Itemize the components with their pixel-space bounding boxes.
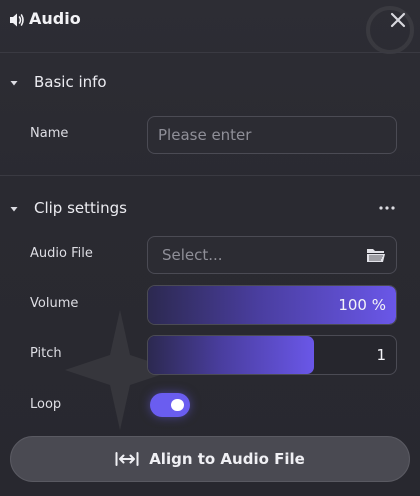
name-placeholder: Please enter bbox=[158, 126, 252, 144]
speaker-icon bbox=[10, 13, 24, 27]
align-button-label: Align to Audio File bbox=[149, 450, 305, 468]
section-clip-settings-label: Clip settings bbox=[34, 199, 127, 217]
section-basic-info-label: Basic info bbox=[34, 73, 107, 91]
chevron-down-icon bbox=[10, 207, 18, 212]
audio-file-select[interactable]: Select... bbox=[147, 236, 397, 274]
section-basic-info[interactable]: Basic info bbox=[0, 68, 420, 98]
pitch-slider-fill bbox=[148, 336, 315, 374]
pitch-value: 1 bbox=[376, 346, 386, 364]
audio-panel: Audio Basic info Name Please enter Clip … bbox=[0, 0, 420, 496]
panel-title: Audio bbox=[29, 9, 81, 28]
align-to-audio-file-button[interactable]: Align to Audio File bbox=[10, 436, 410, 482]
audio-file-label: Audio File bbox=[30, 246, 93, 261]
align-arrows-icon bbox=[115, 452, 139, 466]
more-options-icon[interactable] bbox=[377, 198, 397, 218]
name-input[interactable]: Please enter bbox=[147, 116, 397, 154]
name-label: Name bbox=[30, 126, 69, 141]
section-clip-settings[interactable]: Clip settings bbox=[0, 194, 420, 224]
panel-header: Audio bbox=[0, 0, 420, 40]
header-divider bbox=[0, 52, 420, 53]
loop-toggle[interactable] bbox=[150, 393, 190, 417]
loop-label: Loop bbox=[30, 397, 62, 412]
volume-slider[interactable]: 100 % bbox=[147, 285, 397, 325]
volume-value: 100 % bbox=[338, 296, 386, 314]
loop-toggle-knob bbox=[171, 399, 184, 411]
audio-file-placeholder: Select... bbox=[162, 246, 223, 264]
chevron-down-icon bbox=[10, 81, 18, 86]
section-divider bbox=[0, 175, 420, 176]
close-icon[interactable] bbox=[388, 10, 408, 30]
pitch-label: Pitch bbox=[30, 346, 62, 361]
volume-label: Volume bbox=[30, 296, 79, 311]
pitch-slider[interactable]: 1 bbox=[147, 335, 397, 375]
folder-icon[interactable] bbox=[366, 246, 386, 264]
